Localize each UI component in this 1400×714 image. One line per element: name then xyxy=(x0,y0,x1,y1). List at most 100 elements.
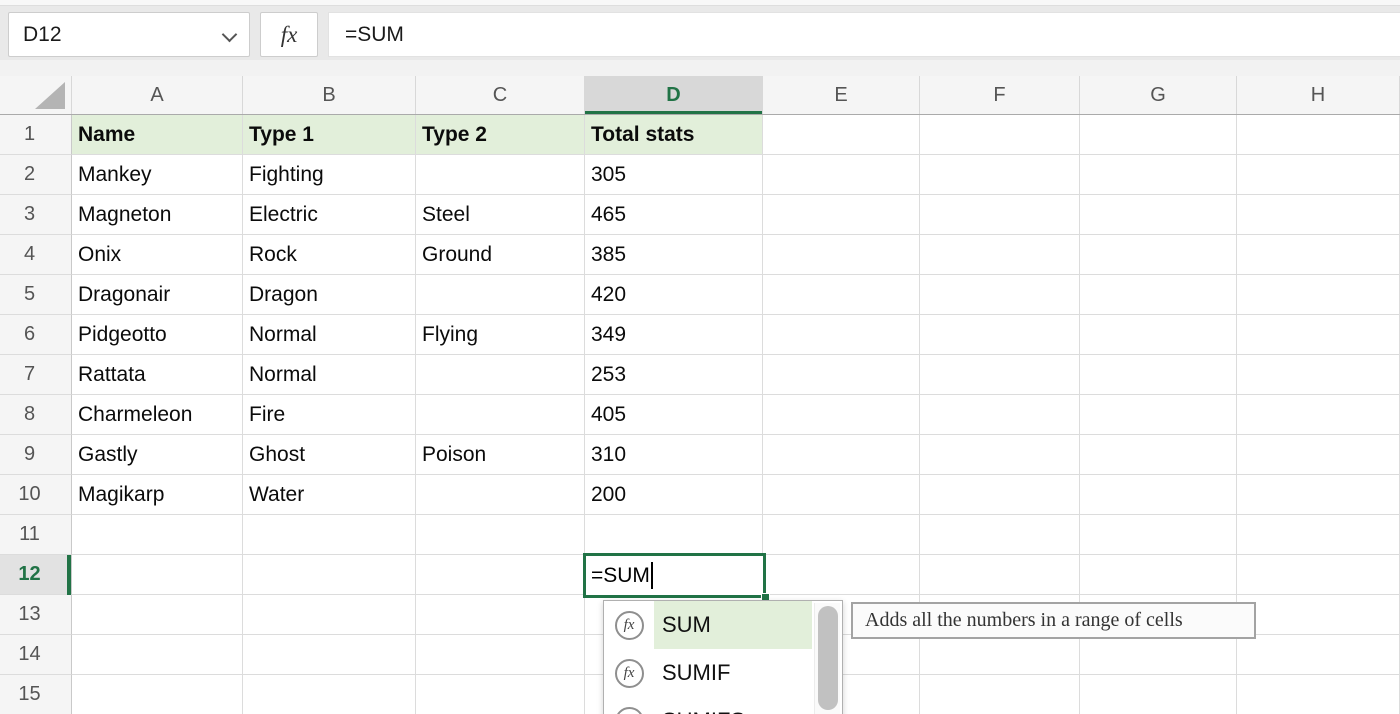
column-header-G[interactable]: G xyxy=(1080,76,1237,115)
column-header-A[interactable]: A xyxy=(72,76,243,115)
autocomplete-item-SUMIFS[interactable]: fxSUMIFS xyxy=(604,697,812,714)
cell-G2[interactable] xyxy=(1080,155,1237,195)
cell-C7[interactable] xyxy=(416,355,585,395)
cell-F15[interactable] xyxy=(920,675,1080,714)
cell-F4[interactable] xyxy=(920,235,1080,275)
cell-A8[interactable]: Charmeleon xyxy=(72,395,243,435)
cell-B1[interactable]: Type 1 xyxy=(243,115,416,155)
cell-G8[interactable] xyxy=(1080,395,1237,435)
cell-D2[interactable]: 305 xyxy=(585,155,763,195)
cell-F12[interactable] xyxy=(920,555,1080,595)
cell-D11[interactable] xyxy=(585,515,763,555)
cell-F11[interactable] xyxy=(920,515,1080,555)
cell-D4[interactable]: 385 xyxy=(585,235,763,275)
cell-C13[interactable] xyxy=(416,595,585,635)
cell-G9[interactable] xyxy=(1080,435,1237,475)
cell-F3[interactable] xyxy=(920,195,1080,235)
cell-A3[interactable]: Magneton xyxy=(72,195,243,235)
cell-B7[interactable]: Normal xyxy=(243,355,416,395)
row-header-12[interactable]: 12 xyxy=(0,555,72,595)
cell-G15[interactable] xyxy=(1080,675,1237,714)
row-header-2[interactable]: 2 xyxy=(0,155,72,195)
cell-G11[interactable] xyxy=(1080,515,1237,555)
cell-E10[interactable] xyxy=(763,475,920,515)
cell-H8[interactable] xyxy=(1237,395,1400,435)
cell-H3[interactable] xyxy=(1237,195,1400,235)
active-cell-editor[interactable]: =SUM xyxy=(583,553,766,598)
cell-A1[interactable]: Name xyxy=(72,115,243,155)
cell-C12[interactable] xyxy=(416,555,585,595)
cell-E1[interactable] xyxy=(763,115,920,155)
cell-E12[interactable] xyxy=(763,555,920,595)
cell-H11[interactable] xyxy=(1237,515,1400,555)
cell-A15[interactable] xyxy=(72,675,243,714)
autocomplete-item-SUM[interactable]: fxSUM xyxy=(604,601,812,649)
cell-H15[interactable] xyxy=(1237,675,1400,714)
cell-E8[interactable] xyxy=(763,395,920,435)
cell-B4[interactable]: Rock xyxy=(243,235,416,275)
insert-function-button[interactable]: fx xyxy=(260,12,318,57)
cell-C15[interactable] xyxy=(416,675,585,714)
cell-D8[interactable]: 405 xyxy=(585,395,763,435)
row-header-7[interactable]: 7 xyxy=(0,355,72,395)
cell-C8[interactable] xyxy=(416,395,585,435)
cell-C2[interactable] xyxy=(416,155,585,195)
cell-H14[interactable] xyxy=(1237,635,1400,675)
cell-D6[interactable]: 349 xyxy=(585,315,763,355)
cell-H10[interactable] xyxy=(1237,475,1400,515)
cell-E2[interactable] xyxy=(763,155,920,195)
row-header-8[interactable]: 8 xyxy=(0,395,72,435)
cell-B15[interactable] xyxy=(243,675,416,714)
autocomplete-item-SUMIF[interactable]: fxSUMIF xyxy=(604,649,812,697)
cell-G7[interactable] xyxy=(1080,355,1237,395)
cell-B6[interactable]: Normal xyxy=(243,315,416,355)
cell-A9[interactable]: Gastly xyxy=(72,435,243,475)
row-header-10[interactable]: 10 xyxy=(0,475,72,515)
cell-H13[interactable] xyxy=(1237,595,1400,635)
cell-A7[interactable]: Rattata xyxy=(72,355,243,395)
formula-bar-input[interactable]: =SUM xyxy=(328,12,1400,57)
cell-B5[interactable]: Dragon xyxy=(243,275,416,315)
cell-B13[interactable] xyxy=(243,595,416,635)
cell-C3[interactable]: Steel xyxy=(416,195,585,235)
cell-B10[interactable]: Water xyxy=(243,475,416,515)
cell-F10[interactable] xyxy=(920,475,1080,515)
cell-F7[interactable] xyxy=(920,355,1080,395)
cell-F6[interactable] xyxy=(920,315,1080,355)
cell-E9[interactable] xyxy=(763,435,920,475)
cell-A14[interactable] xyxy=(72,635,243,675)
cell-H6[interactable] xyxy=(1237,315,1400,355)
cell-A12[interactable] xyxy=(72,555,243,595)
chevron-down-icon[interactable] xyxy=(222,27,238,43)
cell-A4[interactable]: Onix xyxy=(72,235,243,275)
cell-F14[interactable] xyxy=(920,635,1080,675)
cell-G1[interactable] xyxy=(1080,115,1237,155)
row-header-6[interactable]: 6 xyxy=(0,315,72,355)
cell-G14[interactable] xyxy=(1080,635,1237,675)
cell-A2[interactable]: Mankey xyxy=(72,155,243,195)
cell-F2[interactable] xyxy=(920,155,1080,195)
cell-H2[interactable] xyxy=(1237,155,1400,195)
cell-C4[interactable]: Ground xyxy=(416,235,585,275)
cell-F1[interactable] xyxy=(920,115,1080,155)
cell-D3[interactable]: 465 xyxy=(585,195,763,235)
column-header-E[interactable]: E xyxy=(763,76,920,115)
dropdown-scrollbar[interactable] xyxy=(814,603,840,714)
cell-H12[interactable] xyxy=(1237,555,1400,595)
row-header-11[interactable]: 11 xyxy=(0,515,72,555)
cell-C11[interactable] xyxy=(416,515,585,555)
cell-D5[interactable]: 420 xyxy=(585,275,763,315)
cell-A5[interactable]: Dragonair xyxy=(72,275,243,315)
cell-G4[interactable] xyxy=(1080,235,1237,275)
cell-G12[interactable] xyxy=(1080,555,1237,595)
cell-E5[interactable] xyxy=(763,275,920,315)
cell-D7[interactable]: 253 xyxy=(585,355,763,395)
cell-F9[interactable] xyxy=(920,435,1080,475)
cell-E7[interactable] xyxy=(763,355,920,395)
cell-G5[interactable] xyxy=(1080,275,1237,315)
column-header-F[interactable]: F xyxy=(920,76,1080,115)
column-header-H[interactable]: H xyxy=(1237,76,1400,115)
column-header-B[interactable]: B xyxy=(243,76,416,115)
cell-F8[interactable] xyxy=(920,395,1080,435)
cell-C10[interactable] xyxy=(416,475,585,515)
